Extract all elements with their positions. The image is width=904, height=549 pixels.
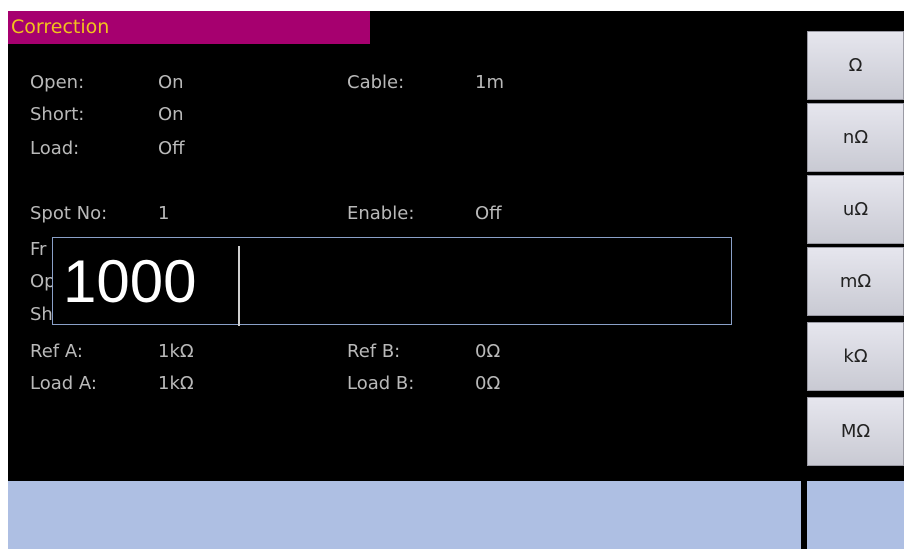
- enable-label: Enable:: [347, 203, 415, 224]
- ref-a-label: Ref A:: [30, 341, 83, 362]
- page-title: Correction: [8, 11, 370, 44]
- load-b-value[interactable]: 0Ω: [475, 374, 500, 394]
- softkey-mega-ohm[interactable]: MΩ: [807, 397, 904, 466]
- correction-screen: Correction Open: On Short: On Load: Off …: [8, 11, 904, 549]
- short-spot-label: Sh: [30, 304, 53, 325]
- load-b-label: Load B:: [347, 373, 415, 394]
- cable-label: Cable:: [347, 72, 405, 93]
- ref-b-value[interactable]: 0Ω: [475, 342, 500, 362]
- ref-b-label: Ref B:: [347, 341, 401, 362]
- cable-value[interactable]: 1m: [475, 73, 504, 93]
- numeric-input-value[interactable]: 1000: [63, 246, 196, 318]
- load-label: Load:: [30, 138, 80, 159]
- load-value[interactable]: Off: [158, 139, 185, 159]
- enable-value[interactable]: Off: [475, 204, 502, 224]
- softkey-micro-ohm[interactable]: uΩ: [807, 175, 904, 244]
- bottom-softkey[interactable]: [807, 481, 904, 549]
- bottom-status-bar: [8, 481, 801, 549]
- open-label: Open:: [30, 72, 85, 93]
- softkey-nano-ohm[interactable]: nΩ: [807, 103, 904, 172]
- spot-no-value[interactable]: 1: [158, 204, 169, 224]
- freq-label: Fr: [30, 239, 47, 260]
- softkey-kilo-ohm[interactable]: kΩ: [807, 322, 904, 391]
- softkey-milli-ohm[interactable]: mΩ: [807, 247, 904, 316]
- short-label: Short:: [30, 104, 85, 125]
- softkey-ohm[interactable]: Ω: [807, 31, 904, 100]
- numeric-input-popup[interactable]: 1000: [52, 237, 732, 326]
- load-a-label: Load A:: [30, 373, 97, 394]
- short-value[interactable]: On: [158, 105, 184, 125]
- load-a-value[interactable]: 1kΩ: [158, 374, 194, 394]
- open-value[interactable]: On: [158, 73, 184, 93]
- ref-a-value[interactable]: 1kΩ: [158, 342, 194, 362]
- spot-no-label: Spot No:: [30, 203, 108, 224]
- text-caret: [238, 246, 240, 326]
